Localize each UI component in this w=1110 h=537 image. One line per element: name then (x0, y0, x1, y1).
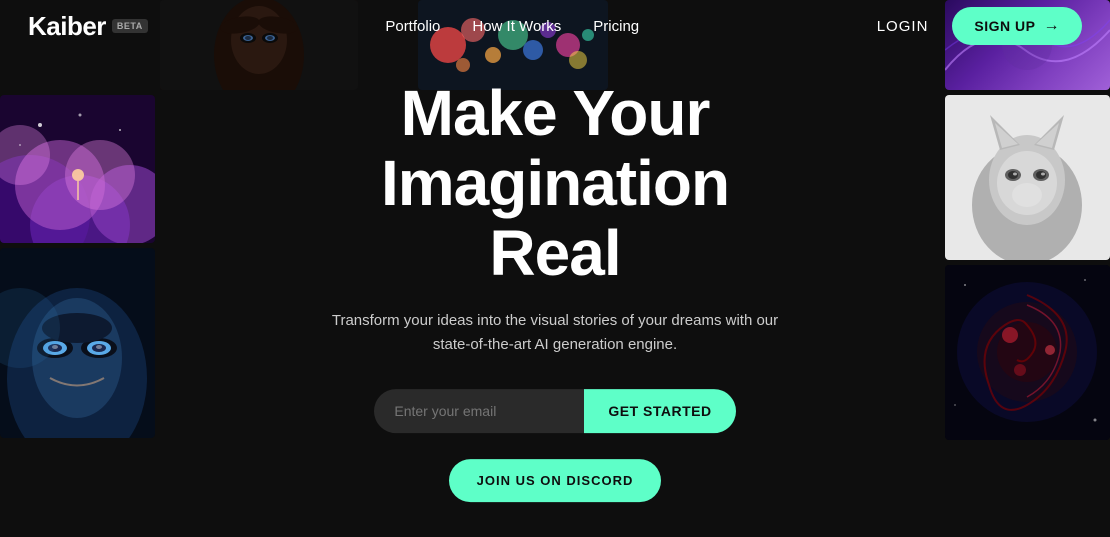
hero-title-line2: Real (489, 217, 620, 289)
nav-link-portfolio[interactable]: Portfolio (385, 18, 440, 35)
discord-button[interactable]: JOIN US ON DISCORD (449, 459, 662, 502)
gallery-fox-panel (945, 95, 1110, 260)
nav-link-pricing[interactable]: Pricing (593, 18, 639, 35)
hero-subtitle: Transform your ideas into the visual sto… (315, 309, 795, 357)
fox-svg (945, 95, 1110, 260)
logo: Kaiber BETA (28, 11, 148, 42)
gallery-clouds-panel (0, 95, 155, 243)
gallery-portrait-panel (0, 248, 155, 438)
cta-form: GET STARTED (255, 389, 855, 433)
discord-section: JOIN US ON DISCORD (255, 453, 855, 502)
logo-text: Kaiber (28, 11, 106, 42)
email-input[interactable] (374, 389, 584, 433)
beta-badge: BETA (112, 19, 148, 33)
get-started-button[interactable]: GET STARTED (584, 389, 735, 433)
gallery-space-panel (945, 265, 1110, 440)
hero-section: Make Your Imagination Real Transform you… (255, 78, 855, 502)
portrait-svg (0, 248, 155, 438)
nav-links: Portfolio How It Works Pricing (385, 18, 639, 35)
hero-title: Make Your Imagination Real (255, 78, 855, 289)
clouds-svg (0, 95, 155, 243)
space-svg (945, 265, 1110, 440)
nav-actions: LOGIN SIGN UP → (877, 7, 1082, 45)
hero-title-line1: Make Your Imagination (381, 77, 729, 219)
nav-link-how-it-works[interactable]: How It Works (472, 18, 561, 35)
signup-label: SIGN UP (974, 18, 1035, 34)
signup-arrow-icon: → (1043, 17, 1060, 35)
navbar: Kaiber BETA Portfolio How It Works Prici… (0, 0, 1110, 52)
signup-button[interactable]: SIGN UP → (952, 7, 1082, 45)
login-button[interactable]: LOGIN (877, 18, 929, 35)
